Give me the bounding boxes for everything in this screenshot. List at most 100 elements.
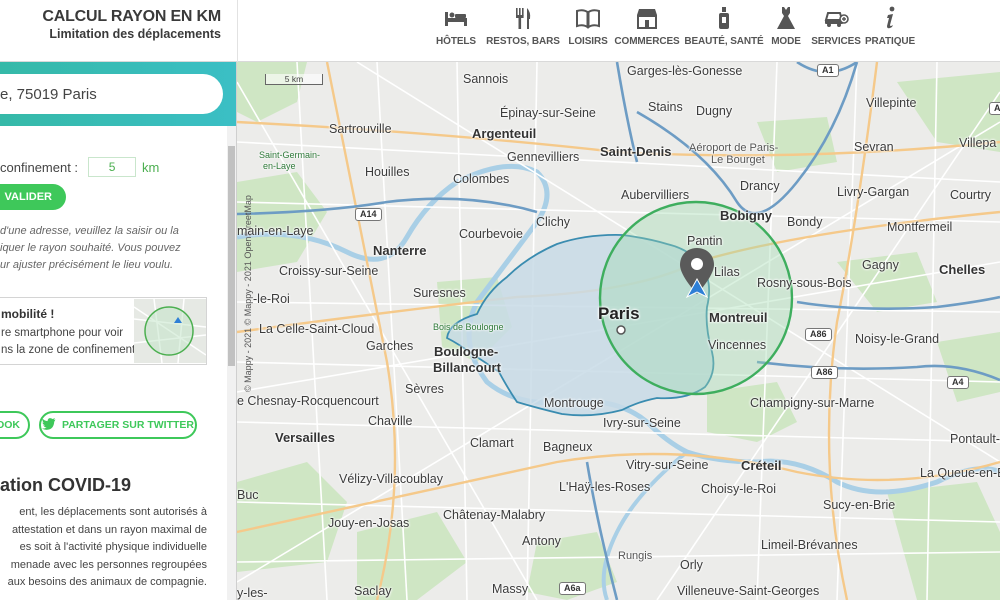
map-label: Choisy-le-Roi [701, 482, 777, 496]
radius-km-input[interactable] [88, 157, 137, 177]
map-label: Pontault-Com [950, 432, 1000, 446]
nav-item-loisirs[interactable]: LOISIRS [564, 0, 612, 62]
nav-label: LOISIRS [568, 36, 608, 47]
nav-item-beaute[interactable]: BEAUTÉ, SANTÉ [682, 0, 766, 62]
map-label: Saint-Denis [600, 144, 672, 159]
map-label: Billancourt [433, 360, 501, 375]
address-search-input[interactable] [0, 74, 223, 114]
map-label: Courbevoie [459, 227, 523, 241]
map-label: -le-Roi [253, 292, 290, 306]
map-label: Clamart [470, 436, 514, 450]
covid-line: aux besoins des animaux de compagnie. [7, 576, 207, 588]
bottle-icon [711, 5, 737, 31]
shop-icon [634, 5, 660, 31]
map-label: Rosny-sous-Bois [757, 276, 852, 290]
map-label: Sèvres [405, 382, 444, 396]
covid-line: es soit à l'activité physique individuel… [19, 541, 207, 553]
map-label: Antony [522, 534, 561, 548]
map-label: Chelles [939, 262, 986, 277]
map-label: Gagny [862, 258, 899, 272]
brand[interactable]: CALCUL RAYON EN KM Limitation des déplac… [0, 0, 238, 62]
nav-item-commerces[interactable]: COMMERCES [612, 0, 682, 62]
map-label: Châtenay-Malabry [443, 508, 546, 522]
nav-label: COMMERCES [614, 36, 680, 47]
site-title: CALCUL RAYON EN KM [42, 8, 221, 25]
covid-line: attestation et dans un rayon maximal de [11, 523, 207, 536]
nav-label: PRATIQUE [864, 36, 916, 47]
map-label: La Celle-Saint-Cloud [259, 322, 375, 336]
map-label: Gennevilliers [507, 150, 580, 164]
mobile-promo-line: re smartphone pour voir [1, 327, 124, 339]
map-label: Livry-Gargan [837, 185, 910, 199]
map-label: Aubervilliers [621, 188, 690, 202]
map-label: Drancy [740, 179, 780, 193]
validate-button[interactable]: VALIDER [0, 184, 66, 210]
covid-text: ent, les déplacements sont autorisés à a… [0, 504, 207, 592]
app-root: CALCUL RAYON EN KM Limitation des déplac… [0, 0, 1000, 600]
map-label: Saint-Germain- [259, 150, 321, 160]
header: CALCUL RAYON EN KM Limitation des déplac… [0, 0, 1000, 62]
map-view[interactable]: 5 km © Mappy - 2021 © Mappy - 2021 OpenS… [237, 62, 1000, 600]
map-label: Buc [237, 488, 259, 502]
map-label: Villepinte [866, 96, 917, 110]
share-facebook-button[interactable]: OOK [0, 411, 30, 439]
covid-line: menade avec les personnes regroupées [10, 558, 207, 571]
mobile-promo-text: re smartphone pour voir ns la zone de co… [1, 325, 141, 359]
book-icon [575, 5, 601, 31]
share-twitter-button[interactable]: PARTAGER SUR TWITTER [39, 411, 197, 439]
map-label: Versailles [275, 430, 335, 445]
mobile-promo-line: ns la zone de confinement [1, 344, 136, 356]
map-label: Garches [366, 339, 414, 353]
nav-item-hotels[interactable]: HÔTELS [430, 0, 482, 62]
nav-label: BEAUTÉ, SANTÉ [684, 36, 764, 47]
road-shield: A86 [811, 366, 838, 379]
help-line: ur ajuster précisément le lieu voulu. [0, 259, 174, 271]
road-shield: A1 [817, 64, 839, 77]
category-nav: HÔTELS RESTOS, BARS LOISIRS COMMERCES BE… [430, 0, 916, 62]
map-label: Montfermeil [887, 220, 953, 234]
nav-item-mode[interactable]: MODE [766, 0, 806, 62]
map-label: Garges-lès-Gonesse [627, 64, 743, 78]
map-label: Chaville [368, 414, 413, 428]
help-line: iquer le rayon souhaité. Vous pouvez [0, 242, 181, 254]
map-label: main-en-Laye [237, 224, 314, 238]
help-text: d'une adresse, veuillez la saisir ou la … [0, 223, 220, 274]
map-label: Bondy [787, 215, 823, 229]
map-label: Orly [680, 558, 703, 572]
current-location-icon [685, 277, 709, 299]
map-label: Rungis [618, 550, 653, 562]
radius-unit: km [142, 159, 160, 175]
panel-scroll-thumb[interactable] [228, 146, 235, 366]
map-label: Villeneuve-Saint-Georges [677, 584, 820, 598]
map-label: Jouy-en-Josas [328, 516, 410, 530]
mobile-promo-title: mobilité ! [1, 307, 55, 321]
nav-item-services[interactable]: SERVICES [806, 0, 866, 62]
map-label: Le Bourget [711, 154, 765, 166]
covid-line: ent, les déplacements sont autorisés à [19, 506, 207, 518]
map-label: Suresnes [413, 286, 466, 300]
info-icon [877, 5, 903, 31]
map-label: Houilles [365, 165, 410, 179]
map-label: Massy [492, 582, 529, 596]
road-shield: A3 [989, 102, 1000, 115]
map-label: en-Laye [263, 161, 296, 171]
nav-label: SERVICES [811, 36, 861, 47]
nav-item-restos[interactable]: RESTOS, BARS [482, 0, 564, 62]
map-label: Lilas [714, 265, 740, 279]
nav-label: HÔTELS [436, 36, 476, 47]
radius-row: confinement : km [0, 157, 159, 177]
road-shield: A86 [805, 328, 832, 341]
map-label: Montreuil [709, 310, 768, 325]
map-label: Sartrouville [329, 122, 392, 136]
map-label: Montrouge [544, 396, 604, 410]
panel-scrollbar[interactable] [227, 126, 236, 600]
mobile-map-thumbnail [134, 299, 206, 363]
map-label: Stains [648, 100, 683, 114]
map-label: Argenteuil [472, 126, 537, 141]
nav-item-pratique[interactable]: PRATIQUE [864, 0, 916, 62]
map-label: Bagneux [543, 440, 593, 454]
mobile-promo[interactable]: mobilité ! re smartphone pour voir ns la… [0, 297, 207, 365]
map-label: Colombes [453, 172, 510, 186]
car-service-icon [823, 5, 849, 31]
twitter-icon [41, 417, 56, 433]
